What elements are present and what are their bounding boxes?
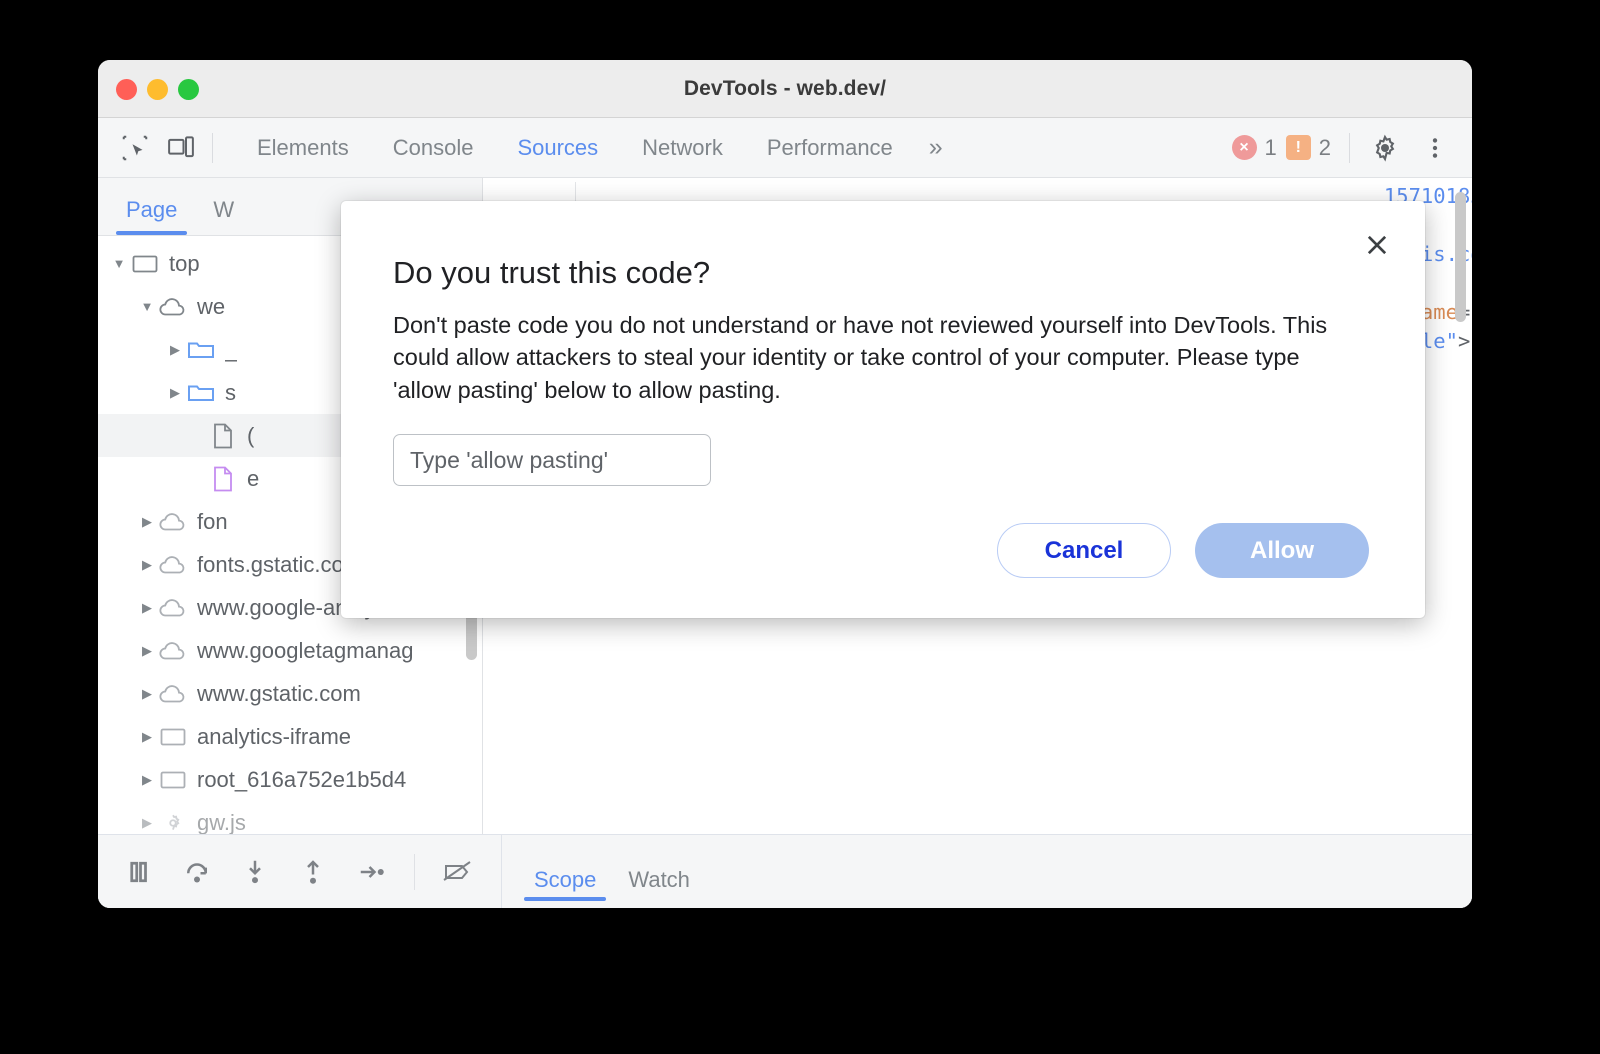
minimize-window-button[interactable] — [147, 79, 168, 100]
chevron-down-icon[interactable]: ▼ — [108, 253, 130, 275]
gear-small-icon — [158, 809, 188, 837]
frame-icon — [158, 723, 188, 751]
tab-workspace[interactable]: W — [195, 197, 252, 235]
kebab-menu-icon[interactable] — [1412, 125, 1458, 171]
chevron-right-icon[interactable]: ▶ — [136, 683, 158, 705]
tab-page[interactable]: Page — [108, 197, 195, 235]
chevron-right-icon[interactable]: ▶ — [136, 769, 158, 791]
chevron-right-icon[interactable]: ▶ — [164, 382, 186, 404]
dialog-actions: Cancel Allow — [997, 523, 1369, 578]
cloud-icon — [158, 508, 188, 536]
tab-sources[interactable]: Sources — [495, 119, 620, 177]
tree-item-label: analytics-iframe — [197, 723, 352, 749]
close-window-button[interactable] — [116, 79, 137, 100]
devtools-window: DevTools - web.dev/ Elements Console Sou… — [98, 60, 1472, 908]
warning-icon: ! — [1285, 135, 1311, 160]
cloud-icon — [158, 637, 188, 665]
tree-item-label: top — [169, 250, 200, 276]
folder-icon — [186, 379, 216, 407]
tree-item-analytics-iframe[interactable]: ▶ analytics-iframe — [98, 715, 482, 758]
tree-item-gstatic[interactable]: ▶ www.gstatic.com — [98, 672, 482, 715]
issue-badges[interactable]: × 1 ! 2 — [1231, 134, 1331, 161]
cloud-icon — [158, 680, 188, 708]
gear-icon[interactable] — [1362, 125, 1408, 171]
traffic-lights — [116, 79, 199, 100]
tree-item-label: www.googletagmanag — [197, 637, 414, 663]
cloud-icon — [158, 551, 188, 579]
cloud-icon — [158, 594, 188, 622]
tab-console[interactable]: Console — [371, 119, 496, 177]
stylesheet-icon — [208, 465, 238, 493]
tree-item-label: we — [197, 293, 226, 319]
warning-badge[interactable]: ! 2 — [1285, 134, 1331, 161]
cloud-icon — [158, 293, 188, 321]
frame-icon — [158, 766, 188, 794]
step-out-icon[interactable] — [287, 845, 339, 899]
tree-item-label: e — [247, 465, 260, 491]
chevron-right-icon[interactable]: ▶ — [136, 812, 158, 834]
step-icon[interactable] — [345, 845, 397, 899]
error-count: 1 — [1264, 134, 1277, 160]
tab-network[interactable]: Network — [620, 119, 745, 177]
tree-item-label: root_616a752e1b5d4 — [197, 766, 407, 792]
debugger-toolbar: Scope Watch — [98, 834, 1472, 908]
chevron-right-icon[interactable]: ▶ — [164, 339, 186, 361]
no-chevron-placeholder — [186, 425, 208, 447]
more-tabs-chevron-icon[interactable]: » — [915, 133, 957, 162]
chevron-right-icon[interactable]: ▶ — [136, 554, 158, 576]
dialog-title: Do you trust this code? — [393, 255, 711, 290]
allow-pasting-input[interactable] — [393, 434, 711, 487]
toolbar-divider — [212, 132, 213, 163]
tree-item-root-frame[interactable]: ▶ root_616a752e1b5d4 — [98, 758, 482, 801]
no-chevron-placeholder — [186, 468, 208, 490]
tree-item-label: www.gstatic.com — [197, 680, 361, 706]
dialog-body-text: Don't paste code you do not understand o… — [393, 312, 1328, 403]
panel-tabs: Elements Console Sources Network Perform… — [235, 119, 957, 177]
window-title: DevTools - web.dev/ — [683, 76, 887, 100]
inspect-element-icon[interactable] — [112, 125, 158, 171]
tree-item-label: ( — [247, 422, 255, 448]
folder-icon — [186, 336, 216, 364]
error-badge[interactable]: × 1 — [1231, 134, 1277, 161]
tree-item-googletagmanager[interactable]: ▶ www.googletagmanag — [98, 629, 482, 672]
debugger-divider — [413, 853, 415, 890]
close-icon[interactable] — [1355, 223, 1399, 267]
debugger-sidebar-tabs: Scope Watch — [501, 834, 706, 909]
editor-vertical-scrollbar[interactable] — [1455, 192, 1466, 322]
tab-performance[interactable]: Performance — [745, 119, 915, 177]
chevron-down-icon[interactable]: ▼ — [136, 296, 158, 318]
allow-button[interactable]: Allow — [1195, 523, 1369, 578]
step-over-icon[interactable] — [170, 845, 222, 899]
chevron-right-icon[interactable]: ▶ — [136, 726, 158, 748]
chevron-right-icon[interactable]: ▶ — [136, 511, 158, 533]
device-toolbar-icon[interactable] — [158, 125, 204, 171]
toolbar-divider-2 — [1349, 132, 1350, 163]
deactivate-breakpoints-icon[interactable] — [431, 845, 483, 899]
tree-item-label: fon — [197, 508, 228, 534]
warning-count: 2 — [1318, 134, 1331, 160]
toolbar-right-group: × 1 ! 2 — [1231, 125, 1459, 171]
window-titlebar: DevTools - web.dev/ — [98, 60, 1472, 118]
tab-elements[interactable]: Elements — [235, 119, 371, 177]
tree-item-label: s — [225, 379, 236, 405]
frame-icon — [130, 250, 160, 278]
devtools-toolbar: Elements Console Sources Network Perform… — [98, 118, 1472, 178]
cancel-button[interactable]: Cancel — [997, 523, 1171, 578]
pause-icon[interactable] — [112, 845, 164, 899]
error-icon: × — [1231, 135, 1257, 160]
debugger-buttons — [98, 845, 483, 899]
trust-code-dialog: Do you trust this code? Don't paste code… — [341, 201, 1425, 618]
tree-item-label: _ — [225, 336, 238, 362]
tab-scope[interactable]: Scope — [518, 867, 612, 909]
tree-item-label: gw.js — [197, 809, 246, 835]
zoom-window-button[interactable] — [178, 79, 199, 100]
chevron-right-icon[interactable]: ▶ — [136, 640, 158, 662]
tree-item-label: fonts.gstatic.com — [197, 551, 363, 577]
document-icon — [208, 422, 238, 450]
step-into-icon[interactable] — [229, 845, 281, 899]
chevron-right-icon[interactable]: ▶ — [136, 597, 158, 619]
tab-watch[interactable]: Watch — [612, 867, 706, 909]
